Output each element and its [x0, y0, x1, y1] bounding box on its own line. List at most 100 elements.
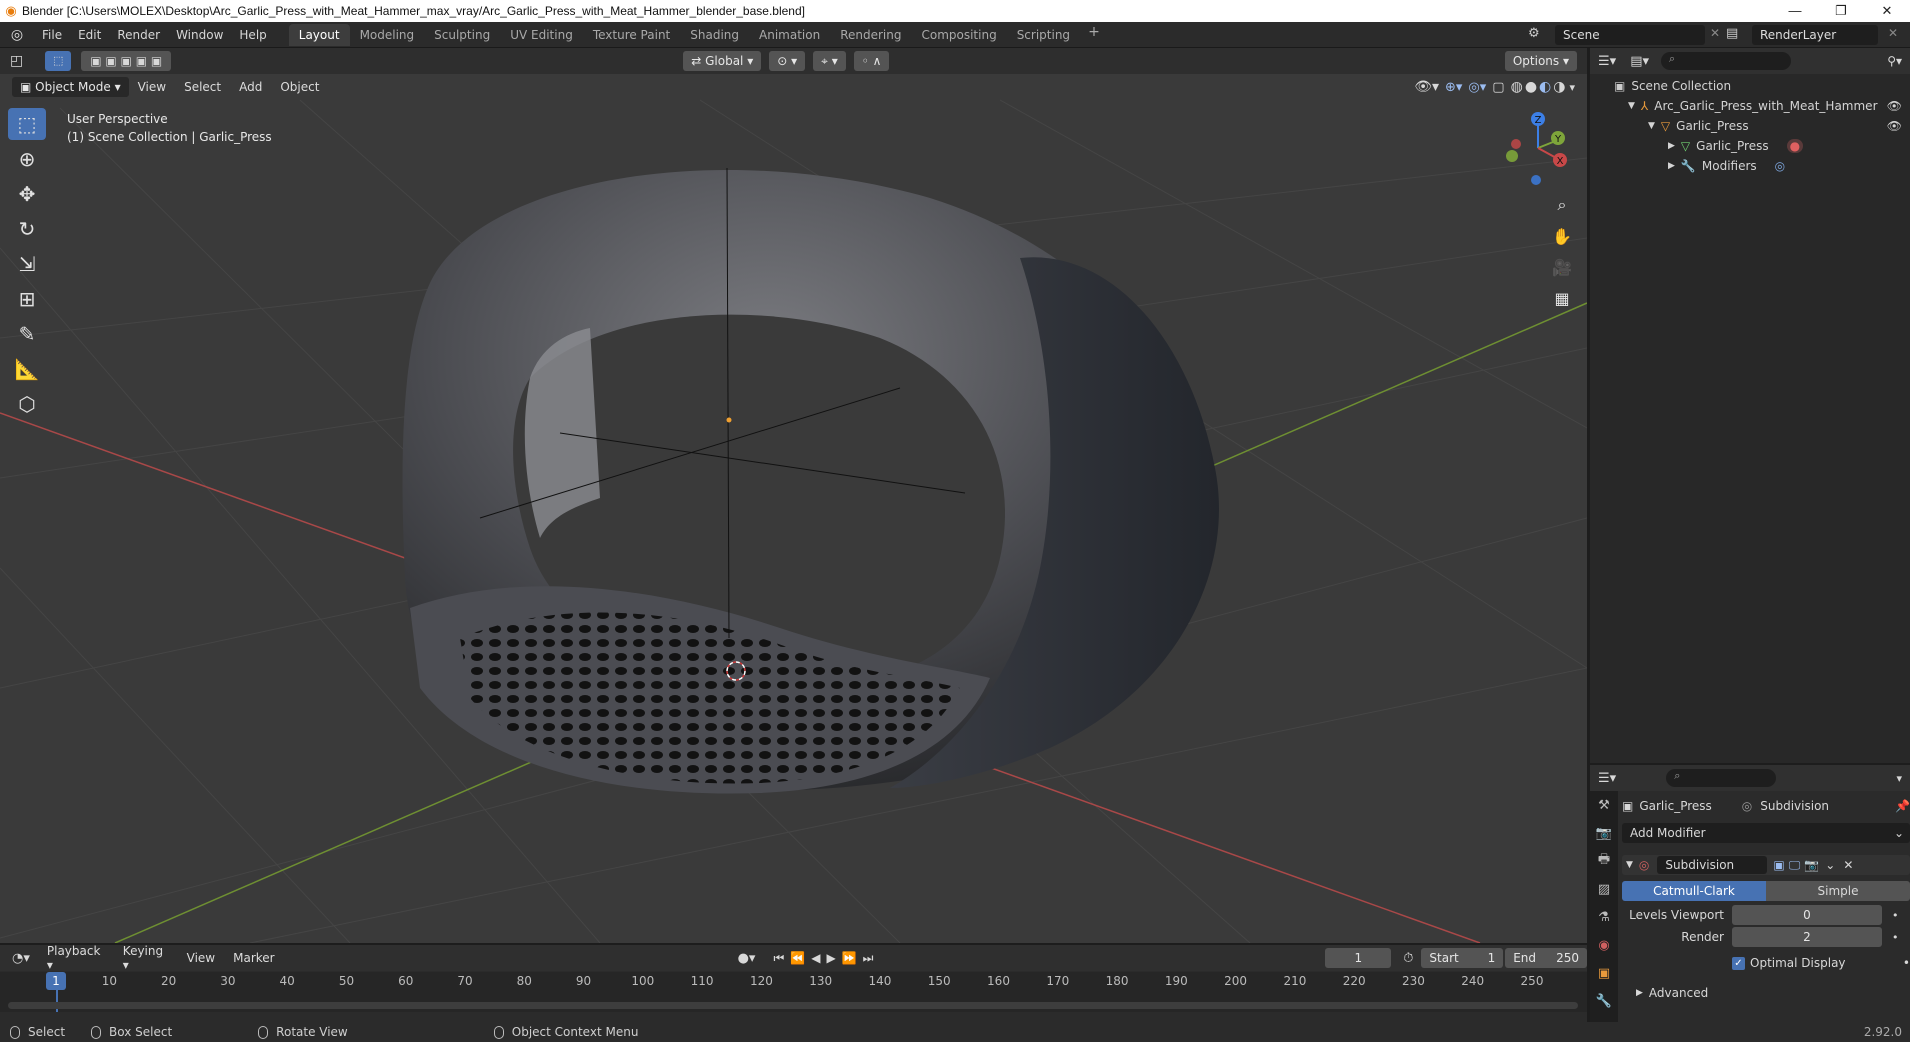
gizmo-neg-y-icon[interactable]	[1506, 150, 1518, 162]
visibility-eye-icon[interactable]: 👁	[1887, 99, 1902, 113]
output-tab-icon[interactable]: 🖶	[1590, 847, 1618, 875]
menu-render[interactable]: Render	[109, 22, 168, 48]
3d-viewport[interactable]: ◰ ⬚ ▣ ▣ ▣ ▣ ▣ ⇄ Global ▾ ⊙ ▾ ⌖ ▾ ◦ ∧ Opt…	[0, 48, 1587, 943]
tab-sculpting[interactable]: Sculpting	[424, 24, 500, 46]
scene-selector-icon[interactable]: ⚙	[1528, 26, 1540, 41]
rotate-tool-icon[interactable]: ↻	[8, 213, 46, 245]
optimal-display-checkbox[interactable]: ✓	[1732, 956, 1745, 970]
timeline-menu-marker[interactable]: Marker	[224, 951, 283, 965]
outliner-row-scene-collection[interactable]: ▣ Scene Collection	[1590, 76, 1910, 96]
editor-type-icon[interactable]: ◰	[10, 53, 23, 69]
tab-scripting[interactable]: Scripting	[1007, 24, 1080, 46]
render-tab-icon[interactable]: 📷	[1590, 819, 1618, 847]
object-mode-dropdown[interactable]: ▣ Object Mode ▾	[12, 77, 129, 97]
playhead-frame-label[interactable]: 1	[46, 972, 66, 990]
add-workspace-button[interactable]: +	[1080, 24, 1108, 46]
menu-help[interactable]: Help	[231, 22, 274, 48]
pivot-point-dropdown[interactable]: ⊙ ▾	[769, 51, 806, 71]
render-levels-field[interactable]: 2	[1732, 927, 1882, 947]
snap-toggle[interactable]: ⌖ ▾	[813, 51, 846, 71]
blender-menu-icon[interactable]: ◎	[0, 27, 34, 43]
scene-field[interactable]: Scene	[1555, 25, 1705, 45]
simple-button[interactable]: Simple	[1766, 881, 1910, 901]
expand-arrow-icon[interactable]: ▼	[1628, 101, 1635, 111]
viewport-menu-select[interactable]: Select	[175, 80, 230, 94]
keyframe-dot-icon[interactable]: •	[1892, 909, 1899, 922]
jump-end-icon[interactable]: ⏭	[863, 951, 880, 965]
properties-options-icon[interactable]: ▾	[1896, 772, 1902, 785]
modifier-menu-icon[interactable]: ⌄	[1825, 858, 1835, 872]
edit-mode-toggle-icon[interactable]: ▣	[1773, 858, 1784, 872]
overlay-toggle-icon[interactable]: ◎▾	[1468, 80, 1486, 95]
transform-tool-icon[interactable]: ⊞	[8, 283, 46, 315]
material-preview-shading-icon[interactable]: ◐	[1539, 79, 1551, 95]
orthographic-toggle-icon[interactable]: ▦	[1548, 284, 1576, 312]
visibility-filter-icon[interactable]: 👁▾	[1414, 79, 1439, 95]
viewport-menu-add[interactable]: Add	[230, 80, 271, 94]
world-tab-icon[interactable]: ◉	[1590, 931, 1618, 959]
optimal-display-row[interactable]: ✓ Optimal Display •	[1622, 953, 1910, 973]
move-tool-icon[interactable]: ✥	[8, 178, 46, 210]
tab-animation[interactable]: Animation	[749, 24, 830, 46]
end-frame-field[interactable]: End 250	[1505, 948, 1587, 968]
preview-range-icon[interactable]: ⏱	[1403, 951, 1413, 966]
filter-icon[interactable]: ⚲▾	[1887, 54, 1902, 68]
timeline-editor-type-icon[interactable]: ◔▾	[12, 951, 30, 966]
cursor-tool-icon[interactable]: ⊕	[8, 143, 46, 175]
pin-icon[interactable]: 📌	[1895, 799, 1910, 813]
record-keyframe-icon[interactable]: ●▾	[738, 951, 756, 966]
expand-arrow-icon[interactable]: ▶	[1668, 141, 1675, 151]
display-mode-icon[interactable]: ▤▾	[1630, 54, 1649, 69]
remove-modifier-icon[interactable]: ✕	[1843, 858, 1853, 872]
gizmo-toggle-icon[interactable]: ⊕▾	[1445, 80, 1462, 95]
view-layer-tab-icon[interactable]: ▨	[1590, 875, 1618, 903]
navigation-gizmo[interactable]: Z Y X	[1498, 108, 1578, 188]
camera-view-icon[interactable]: 🎥	[1548, 253, 1576, 281]
maximize-button[interactable]: ❐	[1818, 3, 1864, 19]
gizmo-neg-z-icon[interactable]	[1531, 175, 1541, 185]
keyframe-dot-icon[interactable]: •	[1892, 931, 1899, 944]
timeline-menu-keying[interactable]: Keying ▾	[114, 944, 178, 972]
modifier-name-field[interactable]: Subdivision	[1657, 856, 1768, 874]
visibility-eye-icon[interactable]: 👁	[1887, 119, 1902, 133]
minimize-button[interactable]: —	[1772, 3, 1818, 19]
render-layer-field[interactable]: RenderLayer	[1752, 25, 1878, 45]
close-window-button[interactable]: ✕	[1864, 3, 1910, 19]
add-modifier-dropdown[interactable]: Add Modifier ⌄	[1622, 823, 1910, 843]
annotate-tool-icon[interactable]: ✎	[8, 318, 46, 350]
outliner-row-object[interactable]: ▼ ▽ Garlic_Press 👁	[1590, 116, 1910, 136]
tab-uv-editing[interactable]: UV Editing	[500, 24, 583, 46]
zoom-view-icon[interactable]: ⌕	[1548, 191, 1576, 219]
remove-scene-icon[interactable]: ✕	[1710, 26, 1720, 40]
timeline-scrollbar[interactable]	[8, 1002, 1578, 1009]
play-icon[interactable]: ▶	[826, 951, 841, 965]
jump-start-icon[interactable]: ⏮	[773, 951, 790, 965]
viewport-menu-object[interactable]: Object	[271, 80, 328, 94]
levels-viewport-field[interactable]: 0	[1732, 905, 1882, 925]
expand-arrow-icon[interactable]: ▼	[1648, 121, 1655, 131]
properties-search-field[interactable]: ⌕	[1666, 769, 1777, 787]
tab-modeling[interactable]: Modeling	[350, 24, 425, 46]
play-reverse-icon[interactable]: ◀	[811, 951, 826, 965]
tab-compositing[interactable]: Compositing	[911, 24, 1006, 46]
remove-view-layer-icon[interactable]: ✕	[1888, 26, 1898, 40]
expand-arrow-icon[interactable]: ▶	[1668, 161, 1675, 171]
keyframe-dot-icon[interactable]: •	[1903, 956, 1910, 970]
timeline-menu-view[interactable]: View	[178, 951, 224, 965]
tool-tab-icon[interactable]: ⚒	[1590, 791, 1618, 819]
gizmo-neg-x-icon[interactable]	[1511, 139, 1521, 149]
tab-layout[interactable]: Layout	[288, 23, 350, 46]
scene-tab-icon[interactable]: ⚗	[1590, 903, 1618, 931]
next-keyframe-icon[interactable]: ⏩	[842, 951, 863, 965]
rendered-shading-icon[interactable]: ◑	[1553, 79, 1565, 95]
solid-shading-icon[interactable]: ●	[1525, 79, 1537, 95]
scale-tool-icon[interactable]: ⇲	[8, 248, 46, 280]
tab-shading[interactable]: Shading	[680, 24, 749, 46]
collapse-arrow-icon[interactable]: ▼	[1626, 860, 1633, 870]
pan-view-icon[interactable]: ✋	[1548, 222, 1576, 250]
menu-edit[interactable]: Edit	[70, 22, 109, 48]
outliner-row-collection[interactable]: ▼ ⅄ Arc_Garlic_Press_with_Meat_Hammer 👁	[1590, 96, 1910, 116]
properties-editor-type-icon[interactable]: ☰▾	[1598, 771, 1616, 786]
outliner-editor-type-icon[interactable]: ☰▾	[1598, 54, 1616, 69]
advanced-subpanel-header[interactable]: ▶ Advanced	[1622, 983, 1910, 1003]
